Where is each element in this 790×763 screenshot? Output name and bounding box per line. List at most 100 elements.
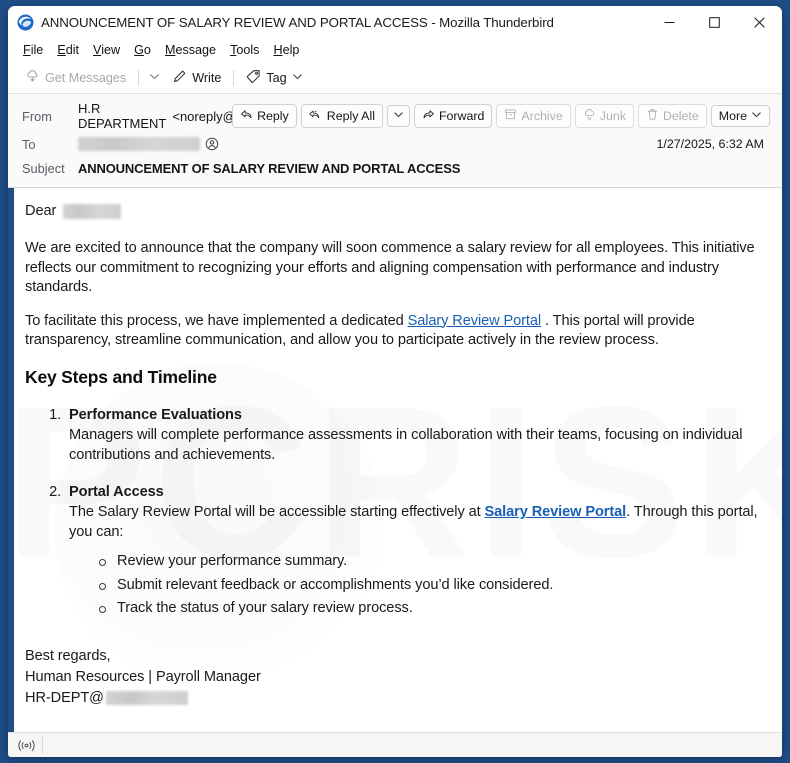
step-2-title: Portal Access [69, 483, 164, 500]
to-value[interactable] [78, 137, 657, 151]
reply-label: Reply [257, 109, 289, 123]
menu-view-rest: iew [101, 43, 121, 57]
menu-help[interactable]: Help [266, 41, 306, 59]
greeting-line: Dear [25, 202, 770, 221]
to-label: To [22, 136, 36, 152]
window-controls [647, 6, 782, 38]
portal-capabilities-list: Review your performance summary. Submit … [69, 552, 770, 618]
more-button[interactable]: More [710, 105, 770, 127]
maximize-icon[interactable] [692, 6, 737, 38]
chevron-down-icon [393, 109, 404, 123]
minimize-icon[interactable] [647, 6, 692, 38]
reply-all-label: Reply All [326, 109, 375, 123]
forward-label: Forward [438, 109, 485, 123]
online-status-icon[interactable] [14, 736, 43, 754]
forward-button[interactable]: Forward [413, 104, 493, 128]
write-button[interactable]: Write [165, 66, 228, 90]
to-contact-icon[interactable] [205, 137, 219, 151]
greeting-name-redacted [63, 204, 122, 220]
menu-help-rest: elp [282, 43, 300, 57]
signature-email-prefix: HR-DEPT@ [25, 689, 104, 706]
menu-go-rest: o [143, 43, 151, 57]
menu-message-rest: essage [175, 43, 217, 57]
menu-message[interactable]: Message [158, 41, 223, 59]
signature-email-line: HR-DEPT@ [25, 688, 770, 709]
trash-icon [646, 108, 659, 124]
archive-label: Archive [521, 109, 563, 123]
step-1-text: Managers will complete performance asses… [69, 427, 743, 463]
from-value[interactable]: H.R DEPARTMENT <noreply@ > [78, 101, 268, 131]
menu-edit-rest: dit [65, 43, 80, 57]
list-item: Portal Access The Salary Review Portal w… [65, 483, 770, 618]
junk-button[interactable]: Junk [574, 104, 634, 128]
message-header: From H.R DEPARTMENT <noreply@ > R [8, 94, 782, 188]
section-heading: Key Steps and Timeline [25, 367, 217, 388]
reply-all-button[interactable]: Reply All [300, 104, 383, 128]
delete-label: Delete [662, 109, 699, 123]
paragraph-2-before: To facilitate this process, we have impl… [25, 312, 408, 329]
archive-button[interactable]: Archive [496, 104, 571, 128]
thunderbird-window: ANNOUNCEMENT OF SALARY REVIEW AND PORTAL… [8, 6, 782, 757]
subject-label: Subject [22, 160, 65, 176]
salary-review-portal-link-2[interactable]: Salary Review Portal [485, 504, 627, 520]
toolbar-divider-2 [233, 69, 235, 86]
status-bar [8, 732, 782, 757]
signature-role-line: Human Resources | Payroll Manager [25, 669, 261, 686]
get-messages-button[interactable]: Get Messages [18, 66, 133, 90]
menu-file[interactable]: File [16, 41, 50, 59]
tag-button[interactable]: Tag [239, 66, 309, 90]
menu-tools[interactable]: Tools [223, 41, 266, 59]
email-content: Dear We are excited to announce that the… [14, 188, 782, 719]
tag-label: Tag [266, 70, 287, 85]
reply-all-icon [309, 108, 323, 124]
get-messages-label: Get Messages [45, 70, 127, 85]
toolbar-divider-1 [138, 69, 140, 86]
thunderbird-logo-icon [17, 14, 34, 31]
more-label: More [718, 109, 747, 123]
from-display-name: H.R DEPARTMENT [78, 101, 167, 131]
from-label: From [22, 108, 52, 124]
menu-message-label: M [164, 43, 176, 57]
menu-go-label: G [134, 43, 144, 57]
signature-email-redacted [105, 691, 188, 706]
junk-label: Junk [599, 109, 626, 123]
step-1-title: Performance Evaluations [69, 406, 242, 423]
close-icon[interactable] [737, 6, 782, 38]
header-row-from: From H.R DEPARTMENT <noreply@ > R [8, 100, 782, 132]
chevron-down-icon [292, 71, 303, 85]
delete-button[interactable]: Delete [637, 104, 707, 128]
download-icon [25, 69, 40, 87]
forward-icon [422, 108, 435, 124]
list-item: Track the status of your salary review p… [97, 599, 770, 618]
main-toolbar: Get Messages Write Tag [8, 62, 782, 94]
list-item: Submit relevant feedback or accomplishme… [97, 576, 770, 595]
step-2-text-before: The Salary Review Portal will be accessi… [69, 504, 485, 521]
get-messages-dropdown[interactable] [144, 68, 165, 88]
reply-icon [240, 108, 253, 124]
menu-tools-rest: ools [236, 43, 260, 57]
pencil-icon [172, 69, 187, 87]
paragraph-intro: We are excited to announce that the comp… [25, 240, 755, 296]
desktop-background: ANNOUNCEMENT OF SALARY REVIEW AND PORTAL… [0, 0, 790, 763]
menu-help-label: H [273, 43, 283, 57]
salary-review-portal-link-1[interactable]: Salary Review Portal [408, 313, 542, 329]
menu-view-label: V [93, 43, 102, 57]
signature-block: Best regards, Human Resources | Payroll … [25, 646, 770, 708]
reply-dropdown-button[interactable] [386, 105, 410, 127]
menu-edit-label: E [57, 43, 66, 57]
subject-value: ANNOUNCEMENT OF SALARY REVIEW AND PORTAL… [78, 160, 461, 176]
paragraph-portal-intro: To facilitate this process, we have impl… [25, 312, 770, 351]
menu-go[interactable]: Go [127, 41, 158, 59]
menu-edit[interactable]: Edit [50, 41, 86, 59]
message-action-buttons: Reply Reply All Forward Archive Junk Del… [232, 104, 774, 128]
menu-file-label: F [23, 43, 31, 57]
tag-icon [246, 69, 261, 87]
key-steps-list: Performance Evaluations Managers will co… [25, 406, 770, 619]
reply-button[interactable]: Reply [232, 104, 297, 128]
menu-view[interactable]: View [86, 41, 127, 59]
greeting-label: Dear [25, 203, 57, 219]
menu-file-rest: ile [30, 43, 44, 57]
message-date: 1/27/2025, 6:32 AM [656, 137, 764, 151]
message-body-pane[interactable]: PCRISK Dear We are excited to announce t… [8, 188, 782, 732]
window-title: ANNOUNCEMENT OF SALARY REVIEW AND PORTAL… [41, 14, 554, 30]
